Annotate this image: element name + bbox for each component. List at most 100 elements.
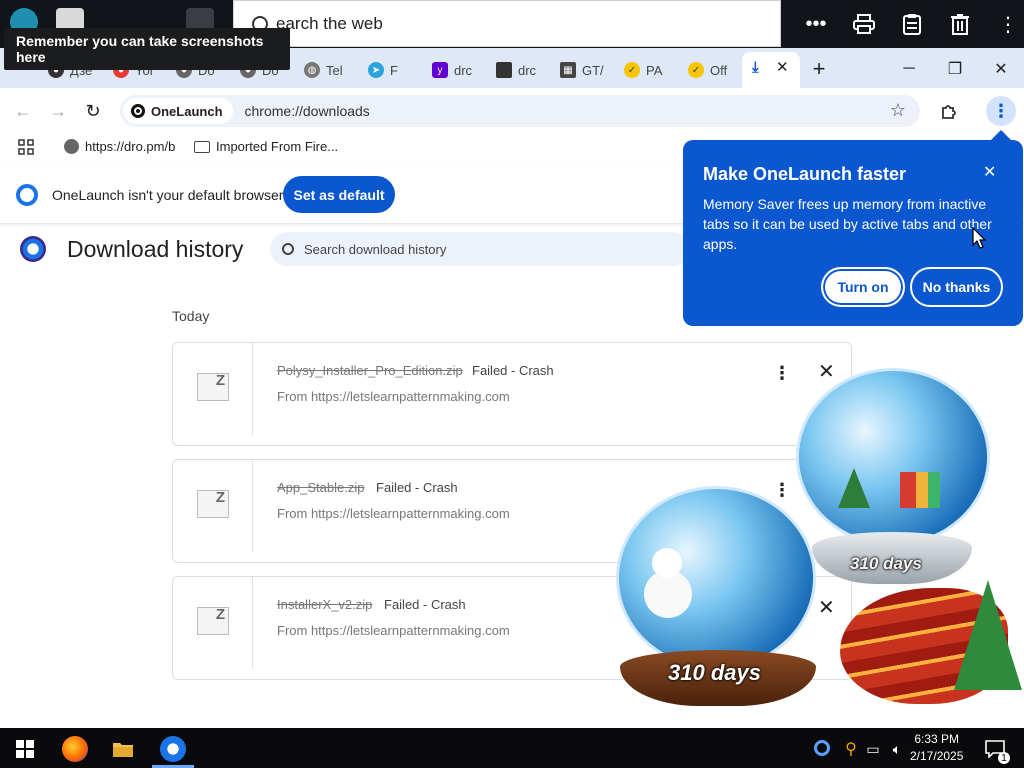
telegram-icon: ➤ [368, 62, 384, 78]
download-source: From https://letslearnpatternmaking.com [277, 389, 510, 404]
bookmark-label: https://dro.pm/b [85, 139, 176, 154]
search-downloads-input[interactable]: Search download history [270, 232, 690, 266]
christmas-tree-icon [954, 580, 1022, 690]
tree-icon [838, 468, 870, 508]
tooltip: Remember you can take screenshots here [4, 28, 290, 70]
days-badge: 310 days [850, 554, 922, 573]
download-source: From https://letslearnpatternmaking.com [277, 506, 510, 521]
file-name[interactable]: Polysy_Installer_Pro_Edition.zip [277, 363, 463, 378]
onelaunch-tray-icon[interactable] [814, 740, 830, 756]
infobar-text: OneLaunch isn't your default browser [52, 187, 284, 203]
tab[interactable]: ◍ Tel [304, 56, 343, 84]
clock-date: 2/17/2025 [910, 749, 964, 763]
bookmark-label: Imported From Fire... [216, 139, 339, 154]
snow-globe-right [796, 368, 990, 546]
system-clock[interactable]: 6:33 PM 2/17/2025 [910, 731, 963, 765]
search-icon [282, 243, 294, 255]
check-icon: ✓ [688, 62, 704, 78]
maximize-button[interactable]: ❐ [940, 56, 970, 82]
more-horizontal-icon[interactable]: ••• [802, 10, 830, 38]
minimize-button[interactable]: ─ [894, 56, 924, 82]
download-status: Failed - Crash [376, 480, 458, 495]
search-web-input[interactable]: earch the web [233, 0, 781, 47]
volume-icon[interactable]: 🔈︎ [884, 736, 910, 762]
set-as-default-button[interactable]: Set as default [283, 176, 395, 213]
tab[interactable]: ✓ Off [688, 56, 727, 84]
extensions-icon[interactable] [936, 98, 962, 124]
file-name[interactable]: App_Stable.zip [277, 480, 364, 495]
onelaunch-taskbar-icon[interactable] [160, 736, 186, 762]
onelaunch-logo-icon [16, 184, 38, 206]
tab[interactable]: y drc [432, 56, 472, 84]
clipboard-icon[interactable] [898, 10, 926, 38]
snow-globe-left [616, 486, 816, 670]
clock-time: 6:33 PM [914, 732, 960, 746]
check-icon: ✓ [624, 62, 640, 78]
firefox-icon[interactable] [62, 736, 88, 762]
url-text: chrome://downloads [244, 103, 370, 119]
tab[interactable]: ▦ GT/ [560, 56, 604, 84]
days-badge: 310 days [668, 660, 761, 685]
snowman-head [652, 548, 682, 578]
tab[interactable]: drc [496, 56, 536, 84]
windows-start-icon[interactable] [12, 736, 38, 762]
file-explorer-icon[interactable] [110, 736, 136, 762]
browser-menu-button[interactable]: ⋮ [986, 96, 1016, 126]
film-icon: ▦ [560, 62, 576, 78]
mouse-cursor-icon [972, 227, 986, 249]
close-icon[interactable]: ✕ [983, 162, 996, 182]
globe-icon: ◍ [304, 62, 320, 78]
file-icon-column: Z [173, 577, 253, 669]
globe-icon [64, 139, 79, 154]
site-chip[interactable]: OneLaunch [123, 98, 233, 124]
no-thanks-button[interactable]: No thanks [910, 267, 1003, 307]
snow-globe-ad[interactable]: 310 days 310 days [580, 360, 1024, 728]
forward-button[interactable]: → [45, 98, 71, 124]
reload-button[interactable]: ↻ [80, 98, 106, 124]
close-window-button[interactable]: ✕ [986, 56, 1016, 82]
search-web-text: earch the web [276, 13, 383, 33]
notifications-icon[interactable]: 1 [982, 736, 1010, 764]
onelaunch-icon [131, 104, 145, 118]
apps-icon[interactable] [18, 139, 34, 155]
file-name[interactable]: InstallerX_v2.zip [277, 597, 372, 612]
tab-label: drc [518, 62, 537, 78]
date-group-label: Today [172, 308, 210, 324]
tab-label: GT/ [582, 62, 604, 78]
terminal-icon [496, 62, 512, 78]
tab-downloads-active[interactable]: ⤓ ✕ [742, 52, 800, 88]
folder-icon [194, 140, 210, 153]
close-tab-icon[interactable]: ✕ [776, 58, 789, 76]
promo-body: Memory Saver frees up memory from inacti… [703, 196, 992, 252]
tab-label: Off [710, 62, 728, 78]
more-vertical-icon[interactable]: ⋮ [994, 10, 1022, 38]
tab-label: drc [454, 62, 473, 78]
promo-title: Make OneLaunch faster [703, 164, 907, 184]
download-icon: ⤓ [752, 59, 759, 76]
bookmark-folder[interactable]: Imported From Fire... [194, 139, 338, 154]
zip-file-icon: Z [197, 606, 229, 635]
tab[interactable]: ✓ PA [624, 56, 662, 84]
trash-icon[interactable] [946, 10, 974, 38]
tab-label: Tel [326, 62, 343, 78]
download-status: Failed - Crash [384, 597, 466, 612]
address-bar[interactable]: OneLaunch chrome://downloads ☆ [120, 95, 920, 127]
site-chip-label: OneLaunch [151, 103, 223, 119]
tab-label: F [390, 62, 398, 78]
zip-file-icon: Z [197, 372, 229, 401]
turn-on-button[interactable]: Turn on [821, 267, 905, 307]
zip-file-icon: Z [197, 489, 229, 518]
bookmark-star-icon[interactable]: ☆ [890, 100, 906, 121]
bookmark-item[interactable]: https://dro.pm/b [64, 139, 175, 154]
network-icon[interactable]: ▭ [860, 736, 886, 762]
new-tab-button[interactable]: + [804, 56, 834, 82]
back-button[interactable]: ← [10, 98, 36, 124]
tab[interactable]: ➤ F [368, 56, 398, 84]
gift-icon [900, 472, 940, 508]
yahoo-icon: y [432, 62, 448, 78]
page-title: Download history [67, 236, 244, 262]
search-placeholder: Search download history [304, 241, 447, 257]
file-icon-column: Z [173, 460, 253, 552]
tab-label: PA [646, 62, 663, 78]
print-icon[interactable] [850, 10, 878, 38]
